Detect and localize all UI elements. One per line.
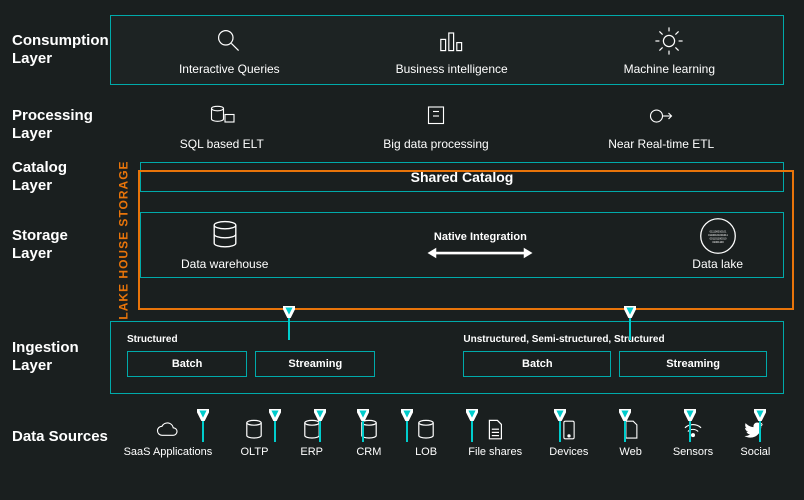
lake-house-diagram: Consumption Layer Interactive Queries Bu… bbox=[0, 0, 804, 500]
barchart-icon bbox=[433, 24, 471, 58]
wireless-icon bbox=[678, 416, 708, 444]
sql-elt: SQL based ELT bbox=[180, 99, 264, 151]
shared-catalog: Shared Catalog bbox=[140, 162, 784, 192]
database-sql-icon bbox=[203, 99, 241, 133]
src-crm: CRM bbox=[354, 416, 384, 458]
consumption-layer-label: Consumption Layer bbox=[0, 32, 110, 68]
svg-text:01100101001011: 01100101001011 bbox=[708, 233, 728, 237]
batch-box-2: Batch bbox=[463, 351, 611, 377]
batch-box: Batch bbox=[127, 351, 247, 377]
lake-house-storage-label: LAKE HOUSE STORAGE bbox=[110, 170, 138, 310]
src-devices: Devices bbox=[549, 416, 588, 458]
bigdata-icon bbox=[417, 99, 455, 133]
src-web: Web bbox=[616, 416, 646, 458]
db-icon bbox=[411, 416, 441, 444]
native-integration: Native Integration bbox=[420, 231, 540, 260]
db-icon bbox=[239, 416, 269, 444]
src-sensors: Sensors bbox=[673, 416, 713, 458]
streaming-box: Streaming bbox=[255, 351, 375, 377]
datalake-icon: 0111000101010110010100101100110110001001… bbox=[699, 219, 737, 253]
sources-panel: SaaS Applications OLTP ERP CRM LOB File … bbox=[110, 416, 784, 458]
data-sources-label: Data Sources bbox=[0, 428, 110, 446]
web-icon bbox=[616, 416, 646, 444]
bidirectional-arrow-icon bbox=[420, 246, 540, 260]
unstructured-group: Unstructured, Semi-structured, Structure… bbox=[453, 328, 777, 387]
db-icon bbox=[297, 416, 327, 444]
src-fileshares: File shares bbox=[468, 416, 522, 458]
consumption-panel: Interactive Queries Business intelligenc… bbox=[110, 15, 784, 85]
ingestion-layer-label: Ingestion Layer bbox=[0, 339, 110, 375]
storage-panel: Data warehouse Native Integration 011100… bbox=[140, 212, 784, 278]
svg-text:01001100: 01001100 bbox=[712, 240, 724, 244]
lightbulb-icon bbox=[650, 24, 688, 58]
interactive-queries: Interactive Queries bbox=[179, 24, 280, 76]
processing-panel: SQL based ELT Big data processing Near R… bbox=[110, 91, 784, 159]
src-lob: LOB bbox=[411, 416, 441, 458]
structured-group: Structured Batch Streaming bbox=[117, 328, 385, 387]
machine-learning: Machine learning bbox=[624, 24, 715, 76]
magnifier-icon bbox=[210, 24, 248, 58]
data-lake: 0111000101010110010100101100110110001001… bbox=[692, 219, 743, 271]
processing-layer-label: Processing Layer bbox=[0, 107, 110, 143]
src-saas: SaaS Applications bbox=[124, 416, 213, 458]
near-realtime-etl: Near Real-time ETL bbox=[608, 99, 714, 151]
svg-text:001101100010: 001101100010 bbox=[709, 236, 726, 240]
realtime-icon bbox=[642, 99, 680, 133]
data-warehouse: Data warehouse bbox=[181, 219, 268, 271]
src-oltp: OLTP bbox=[239, 416, 269, 458]
streaming-box-2: Streaming bbox=[619, 351, 767, 377]
src-social: Social bbox=[740, 416, 770, 458]
file-icon bbox=[480, 416, 510, 444]
cloud-icon bbox=[153, 416, 183, 444]
twitter-icon bbox=[740, 416, 770, 444]
database-icon bbox=[206, 219, 244, 253]
storage-layer-label: Storage Layer bbox=[0, 227, 110, 263]
big-data-processing: Big data processing bbox=[383, 99, 488, 151]
catalog-layer-label: Catalog Layer bbox=[0, 159, 110, 195]
db-icon bbox=[354, 416, 384, 444]
src-erp: ERP bbox=[297, 416, 327, 458]
svg-text:011100010101: 011100010101 bbox=[709, 230, 726, 234]
business-intelligence: Business intelligence bbox=[396, 24, 508, 76]
device-icon bbox=[554, 416, 584, 444]
ingestion-panel: Structured Batch Streaming Unstructured,… bbox=[110, 321, 784, 394]
